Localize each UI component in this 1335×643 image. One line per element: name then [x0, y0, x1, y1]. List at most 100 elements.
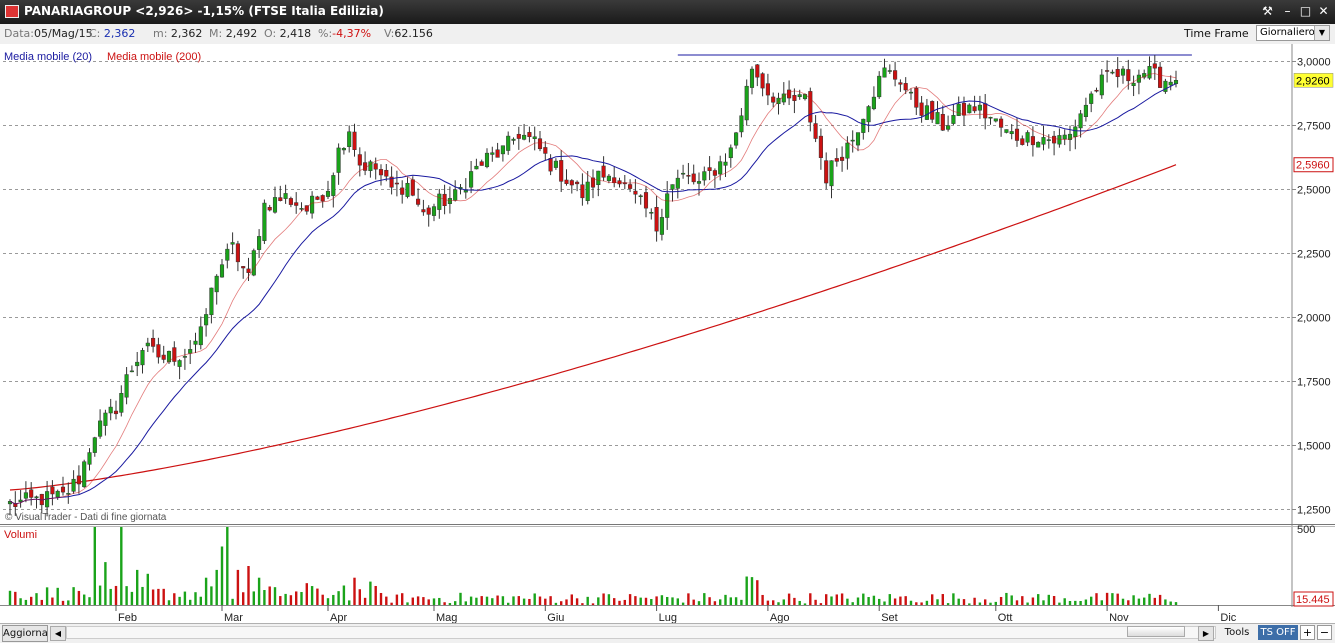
ts-off-button[interactable]: TS OFF — [1258, 625, 1298, 640]
volume-bar — [840, 593, 844, 605]
y-tick-label: 2,5000 — [1297, 185, 1331, 197]
volume-bar — [194, 592, 197, 605]
x-tick-label: Mar — [224, 612, 243, 623]
volume-bar — [666, 596, 669, 605]
zoom-out-button[interactable]: − — [1317, 625, 1332, 640]
y-tick-label: 1,2500 — [1297, 505, 1331, 517]
candle-body — [643, 192, 649, 209]
price-chart[interactable]: 3,0000 2,7500 2,5000 2,2500 2,0000 1,7500 1,50… — [0, 44, 1335, 623]
volume-bar — [846, 598, 849, 605]
volume-bar — [655, 596, 658, 605]
candle-body — [707, 167, 712, 171]
candle-body — [1099, 74, 1104, 96]
volume-bar — [443, 602, 446, 605]
candle-body — [760, 73, 765, 89]
volume-bar — [814, 599, 817, 605]
candle-body — [977, 104, 982, 111]
tools-button[interactable]: Tools — [1218, 625, 1256, 640]
volume-bar — [1058, 602, 1061, 605]
volume-bar — [825, 594, 828, 605]
candle-body — [230, 242, 235, 245]
volume-bar — [406, 602, 409, 605]
volume-bar — [830, 596, 833, 605]
candle-body — [394, 182, 399, 185]
volume-bar — [708, 597, 711, 605]
volume-bar — [1137, 598, 1141, 605]
volume-bar — [1079, 601, 1082, 605]
volume-bar — [1095, 593, 1098, 605]
candle-body — [92, 437, 97, 453]
candle-body — [1089, 93, 1094, 104]
volume-bar — [1021, 596, 1024, 605]
candle-body — [532, 136, 537, 139]
volume-bar — [613, 598, 616, 605]
volume-bar — [952, 593, 955, 605]
volume-bar — [501, 596, 505, 605]
close-button[interactable]: ✕ — [1315, 3, 1332, 20]
candle-body — [924, 105, 929, 120]
volume-bar — [45, 587, 49, 605]
timeframe-label: Time Frame — [1184, 27, 1249, 40]
candle-body — [522, 134, 527, 140]
volume-bar — [151, 589, 155, 605]
candle-body — [484, 152, 490, 168]
scroll-right-icon[interactable]: ▶ — [1198, 626, 1214, 641]
scroll-left-icon[interactable]: ◀ — [50, 626, 66, 641]
scrollbar-track[interactable] — [66, 626, 1216, 639]
volume-bar — [533, 593, 536, 605]
volume-bar — [888, 594, 891, 605]
candle-body — [29, 489, 34, 498]
candle-body — [172, 347, 177, 362]
candle-body — [993, 118, 998, 122]
volume-bar — [575, 598, 579, 605]
x-tick-label: Ago — [770, 612, 790, 623]
x-tick-label: Nov — [1109, 612, 1129, 623]
volume-bar — [411, 597, 414, 605]
candle-body — [951, 115, 956, 124]
candle-body — [787, 89, 792, 99]
maximize-button[interactable]: □ — [1297, 3, 1314, 20]
volume-bar — [353, 577, 356, 605]
y-tick-label: 1,7500 — [1297, 377, 1331, 389]
candle-body — [431, 206, 437, 216]
chevron-down-icon[interactable]: ▼ — [1314, 26, 1329, 40]
candle-body — [506, 135, 511, 151]
candle-body — [469, 171, 474, 188]
volume-bar — [480, 596, 483, 605]
minimize-button[interactable]: – — [1279, 3, 1296, 20]
scrollbar-thumb[interactable] — [1127, 626, 1185, 637]
volume-bar — [973, 597, 976, 605]
x-tick-label: Apr — [330, 612, 347, 623]
title-bar: PANARIAGROUP <2,926> -1,15% (FTSE Italia… — [0, 0, 1335, 24]
volume-bar — [104, 562, 107, 605]
timeframe-select[interactable]: Giornaliero ▼ — [1256, 25, 1330, 41]
volume-bar — [1143, 597, 1146, 605]
zoom-in-button[interactable]: + — [1300, 625, 1315, 640]
tools-icon[interactable]: ⚒ — [1259, 3, 1276, 20]
update-button[interactable]: Aggiorna — [2, 625, 48, 642]
candle-body — [855, 132, 861, 146]
candle-body — [840, 156, 845, 161]
candle-body — [961, 102, 967, 116]
volume-bar — [724, 594, 727, 605]
candle-body — [553, 160, 558, 168]
volume-bar — [878, 598, 881, 605]
candle-body — [755, 64, 760, 78]
volume-bar — [862, 593, 865, 605]
volume-bar — [644, 597, 648, 605]
volume-bar — [1084, 599, 1088, 605]
candle-body — [405, 182, 410, 197]
volume-bar — [374, 585, 377, 605]
candle-body — [235, 243, 240, 263]
candle-body — [55, 490, 60, 498]
candle-body — [691, 173, 696, 183]
candle-body — [262, 202, 267, 241]
candle-body — [829, 160, 834, 187]
candle-body — [437, 193, 442, 210]
candle-body — [723, 161, 728, 166]
candle-body — [479, 161, 484, 166]
candle-body — [490, 152, 495, 155]
volume-bar — [448, 603, 452, 605]
volume-bar — [549, 596, 552, 605]
y-tick-label: 2,0000 — [1297, 313, 1331, 325]
